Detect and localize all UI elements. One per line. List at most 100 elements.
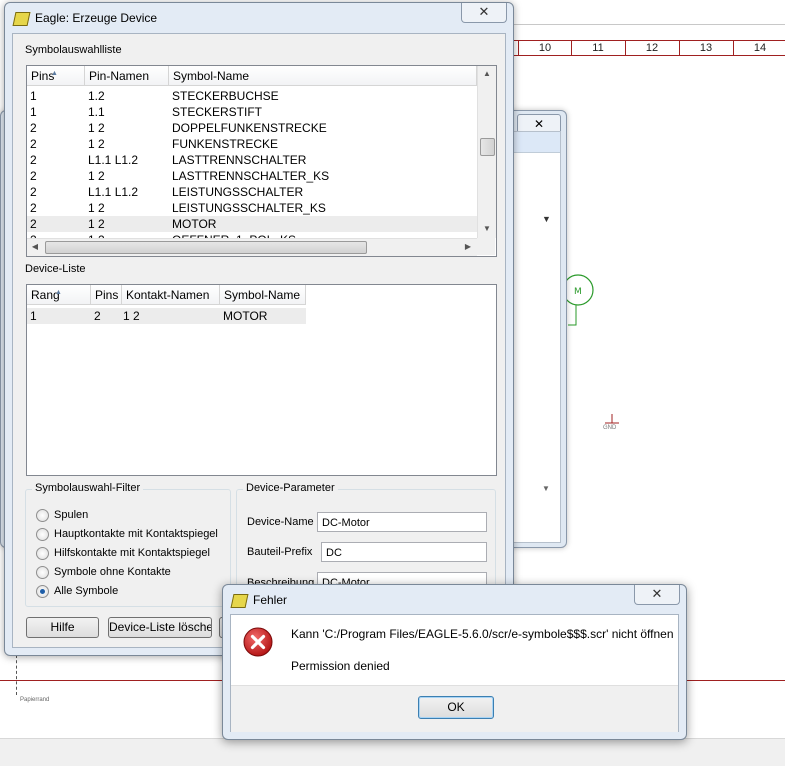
table-cell: LEISTUNGSSCHALTER — [172, 185, 304, 199]
scroll-down-icon[interactable]: ▼ — [478, 224, 496, 233]
table-row[interactable]: 2 L1.1 L1.2 LEISTUNGSSCHALTER — [27, 184, 477, 200]
column-header-symbol-name[interactable]: Symbol-Name — [169, 66, 477, 86]
symbol-list[interactable]: Pins ▲ Pin-Namen Symbol-Name 1 1.2 STECKER… — [26, 65, 497, 257]
table-row[interactable]: 1 1.2 STECKERBUCHSE — [27, 88, 477, 104]
ruler-number: 14 — [733, 41, 785, 55]
dialog-titlebar[interactable]: Eagle: Erzeuge Device ✕ — [5, 3, 513, 33]
scroll-up-icon[interactable]: ▲ — [478, 69, 496, 78]
symbol-filter-label: Symbolauswahl-Filter — [32, 482, 144, 494]
symbol-list-vertical-scrollbar[interactable]: ▲ ▼ — [477, 66, 496, 238]
radio-button[interactable] — [36, 528, 49, 541]
table-cell: 2 — [30, 121, 37, 135]
table-cell: 1 — [30, 89, 37, 103]
table-cell: LASTTRENNSCHALTER_KS — [172, 169, 330, 183]
table-row[interactable]: 1 1.1 STECKERSTIFT — [27, 104, 477, 120]
chevron-down-icon[interactable]: ▼ — [542, 214, 551, 224]
table-cell: 1 2 — [88, 201, 105, 215]
ruler-number: 12 — [625, 41, 678, 55]
error-detail: Permission denied — [291, 659, 390, 673]
table-cell: 2 — [30, 201, 37, 215]
device-list[interactable]: Rang ▲ Pins Kontakt-Namen Symbol-Name 1 … — [26, 284, 497, 476]
background-window-panel: ▼ ▼ — [511, 131, 561, 543]
device-name-label: Device-Name — [247, 516, 314, 528]
error-dialog-client: Kann 'C:/Program Files/EAGLE-5.6.0/scr/e… — [230, 614, 679, 732]
column-header-rank[interactable]: Rang ▲ — [27, 285, 91, 305]
ruler-number: 11 — [571, 41, 624, 55]
device-parameters-label: Device-Parameter — [243, 482, 338, 494]
error-dialog-title: Fehler — [253, 593, 288, 607]
error-dialog-close-button[interactable]: ✕ — [634, 585, 680, 605]
eagle-app-icon — [12, 12, 31, 26]
schematic-ruler: 10 11 12 13 14 — [512, 40, 785, 56]
radio-button[interactable] — [36, 509, 49, 522]
column-header-pin-names[interactable]: Pin-Namen — [85, 66, 169, 86]
table-row[interactable]: 2 L1.1 L1.2 LASTTRENNSCHALTER — [27, 152, 477, 168]
error-message: Kann 'C:/Program Files/EAGLE-5.6.0/scr/e… — [291, 627, 674, 641]
horizontal-scroll-thumb[interactable] — [45, 241, 367, 254]
radio-button[interactable] — [36, 547, 49, 560]
prefix-field[interactable]: DC — [321, 542, 487, 562]
gnd-label: GND — [603, 425, 617, 431]
table-cell: DOPPELFUNKENSTRECKE — [172, 121, 327, 135]
table-cell: 1 — [30, 105, 37, 119]
error-dialog-footer: OK — [231, 685, 678, 732]
dialog-title: Eagle: Erzeuge Device — [35, 11, 158, 25]
table-cell: 2 — [30, 169, 37, 183]
table-cell: 1 2 — [88, 217, 105, 231]
table-row[interactable]: 2 1 2 LEISTUNGSSCHALTER_KS — [27, 200, 477, 216]
prefix-label: Bauteil-Prefix — [247, 546, 313, 558]
column-header-pins[interactable]: Pins ▲ — [27, 66, 85, 86]
scroll-left-icon[interactable]: ◀ — [30, 242, 40, 251]
table-cell: 1 2 — [88, 169, 105, 183]
vertical-scroll-thumb[interactable] — [480, 138, 495, 156]
status-bar — [0, 738, 785, 766]
sort-arrow-icon: ▲ — [55, 289, 62, 296]
table-cell: L1.1 L1.2 — [88, 185, 139, 199]
table-cell: LEISTUNGSSCHALTER_KS — [172, 201, 326, 215]
paper-border-label: Papierrand — [20, 697, 50, 703]
column-header-contact-names[interactable]: Kontakt-Namen — [122, 285, 220, 305]
table-cell: MOTOR — [172, 217, 217, 231]
dialog-client-area: Symbolauswahlliste Pins ▲ Pin-Namen Symb… — [12, 33, 506, 648]
error-icon — [243, 627, 273, 657]
symbol-list-label: Symbolauswahlliste — [25, 44, 122, 56]
table-row[interactable]: 2 1 2 DOPPELFUNKENSTRECKE — [27, 120, 477, 136]
scrollbar-corner — [477, 238, 495, 255]
schematic-border-line — [512, 24, 785, 25]
background-window-header — [512, 132, 560, 153]
radio-button[interactable] — [36, 566, 49, 579]
table-cell: 2 — [30, 185, 37, 199]
table-cell: 1.2 — [88, 89, 105, 103]
error-dialog-titlebar[interactable]: Fehler ✕ — [223, 585, 686, 615]
scroll-down-icon[interactable]: ▼ — [542, 484, 550, 493]
table-row[interactable]: 2 1 2 LASTTRENNSCHALTER_KS — [27, 168, 477, 184]
table-cell: 1.1 — [88, 105, 105, 119]
clear-device-list-button[interactable]: Device-Liste löschen — [108, 617, 212, 638]
symbol-list-horizontal-scrollbar[interactable]: ◀ ▶ — [27, 238, 477, 256]
dialog-close-button[interactable]: ✕ — [461, 3, 507, 23]
create-device-dialog: Eagle: Erzeuge Device ✕ Symbolauswahllis… — [4, 2, 514, 656]
error-dialog: Fehler ✕ Kann 'C:/Program Files/EAGLE-5.… — [222, 584, 687, 740]
svg-text:M: M — [574, 287, 582, 297]
table-cell: STECKERBUCHSE — [172, 89, 279, 103]
table-cell: FUNKENSTRECKE — [172, 137, 279, 151]
table-cell: 1 2 — [88, 137, 105, 151]
table-cell: LASTTRENNSCHALTER — [172, 153, 307, 167]
table-row[interactable]: 2 1 2 MOTOR — [27, 216, 477, 232]
scroll-right-icon[interactable]: ▶ — [463, 242, 473, 251]
table-row[interactable]: 2 1 2 FUNKENSTRECKE — [27, 136, 477, 152]
sort-arrow-icon: ▲ — [51, 70, 58, 77]
table-cell: 2 — [30, 217, 37, 231]
column-header-pins[interactable]: Pins — [91, 285, 122, 305]
table-row[interactable]: 1 2 1 2 MOTOR — [27, 308, 306, 324]
ok-button[interactable]: OK — [418, 696, 494, 719]
radio-button-selected[interactable] — [36, 585, 49, 598]
device-name-field[interactable]: DC-Motor — [317, 512, 487, 532]
schematic-corner-mark — [16, 655, 18, 695]
column-header-symbol-name[interactable]: Symbol-Name — [220, 285, 306, 305]
table-cell: 2 — [30, 153, 37, 167]
ruler-number: 10 — [518, 41, 571, 55]
help-button[interactable]: Hilfe — [26, 617, 99, 638]
ruler-number: 13 — [679, 41, 732, 55]
table-cell: L1.1 L1.2 — [88, 153, 139, 167]
